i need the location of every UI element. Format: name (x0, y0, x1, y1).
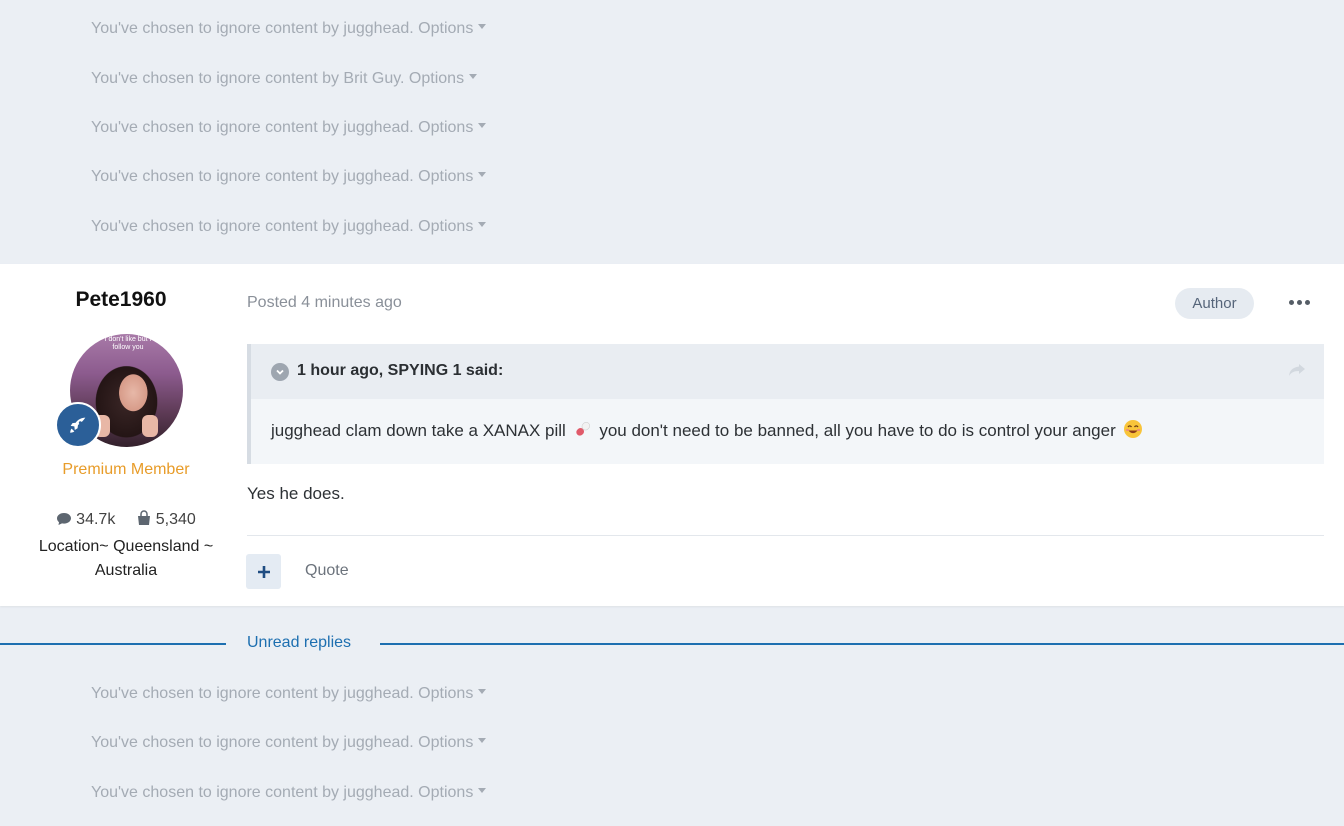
author-stats: 34.7k 5,340 (0, 510, 252, 529)
ignored-notice: You've chosen to ignore content by juggh… (91, 117, 487, 139)
ignored-notice-text: You've chosen to ignore content by juggh… (91, 168, 414, 185)
ignored-notice-text: You've chosen to ignore content by Brit … (91, 70, 405, 87)
pill-emoji (573, 419, 593, 444)
comment-icon (57, 513, 72, 525)
ignored-notice-text: You've chosen to ignore content by juggh… (91, 685, 414, 702)
author-location: Location~ Queensland ~ Australia (38, 538, 214, 579)
unread-replies-label: Unread replies (247, 634, 352, 651)
ignored-notice: You've chosen to ignore content by juggh… (91, 166, 487, 188)
shopping-bag-icon (137, 510, 150, 525)
caret-down-icon (478, 123, 487, 129)
caret-down-icon (478, 24, 487, 30)
options-dropdown[interactable]: Options (418, 218, 487, 235)
avatar-hand (142, 415, 158, 437)
options-dropdown[interactable]: Options (418, 784, 487, 801)
ignored-notice-text: You've chosen to ignore content by juggh… (91, 784, 414, 801)
quote-button[interactable]: Quote (305, 562, 349, 580)
item-count: 5,340 (136, 510, 196, 529)
author-badge: Author (1175, 288, 1254, 319)
ignored-notice: You've chosen to ignore content by juggh… (91, 732, 487, 754)
rocket-icon (55, 402, 101, 448)
caret-down-icon (469, 74, 478, 80)
author-name[interactable]: Pete1960 (0, 288, 242, 312)
caret-down-icon (478, 222, 487, 228)
ignored-notice: You've chosen to ignore content by juggh… (91, 683, 487, 705)
quote-header: 1 hour ago, SPYING 1 said: (251, 344, 1324, 399)
forum-post: Pete1960 I don't like but I follow you P… (0, 264, 1344, 606)
post-body: Yes he does. (247, 484, 345, 503)
options-dropdown[interactable]: Options (418, 20, 487, 37)
member-title: Premium Member (62, 461, 190, 478)
chevron-circle-icon[interactable] (271, 363, 289, 381)
ignored-notice: You've chosen to ignore content by juggh… (91, 782, 487, 804)
options-dropdown[interactable]: Options (409, 70, 478, 87)
ignored-notice-text: You've chosen to ignore content by juggh… (91, 218, 414, 235)
options-dropdown[interactable]: Options (418, 168, 487, 185)
ignored-notice-text: You've chosen to ignore content by juggh… (91, 119, 414, 136)
unread-divider-line (380, 643, 1344, 645)
smiling-emoji (1123, 419, 1143, 444)
post-timestamp[interactable]: Posted 4 minutes ago (247, 294, 402, 312)
options-dropdown[interactable]: Options (418, 685, 487, 702)
ignored-notice: You've chosen to ignore content by Brit … (91, 68, 478, 90)
ignored-notice-text: You've chosen to ignore content by juggh… (91, 734, 414, 751)
options-dropdown[interactable]: Options (418, 119, 487, 136)
caret-down-icon (478, 172, 487, 178)
divider (247, 535, 1324, 536)
ignored-notice: You've chosen to ignore content by juggh… (91, 216, 487, 238)
caret-down-icon (478, 689, 487, 695)
post-count: 34.7k (56, 511, 115, 529)
share-icon[interactable] (1288, 363, 1306, 382)
caret-down-icon (478, 788, 487, 794)
unread-divider-line (0, 643, 226, 645)
ellipsis-icon[interactable] (1285, 294, 1313, 310)
quote-citation[interactable]: 1 hour ago, SPYING 1 said: (297, 362, 503, 380)
react-button[interactable] (246, 554, 281, 589)
plus-icon (257, 565, 270, 578)
ignored-notice: You've chosen to ignore content by juggh… (91, 18, 487, 40)
ignored-notice-text: You've chosen to ignore content by juggh… (91, 20, 414, 37)
quote-text: jugghead clam down take a XANAX pill you… (271, 419, 1145, 444)
caret-down-icon (478, 738, 487, 744)
quote-block: 1 hour ago, SPYING 1 said: jugghead clam… (247, 344, 1324, 464)
options-dropdown[interactable]: Options (418, 734, 487, 751)
avatar-caption: I don't like but I follow you (104, 336, 152, 351)
